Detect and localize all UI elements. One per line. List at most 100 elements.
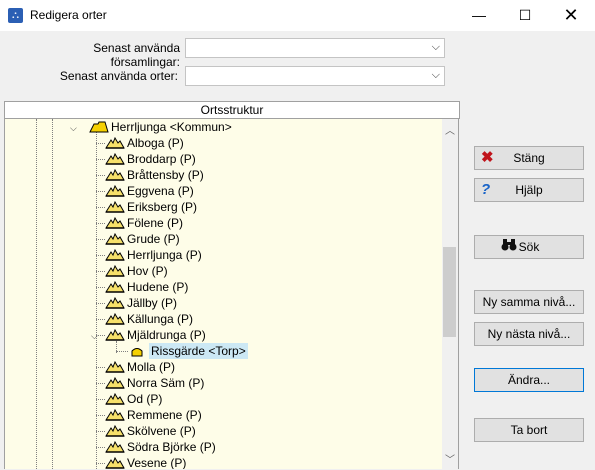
title-bar: ⛬ Redigera orter — ☐ ✕	[0, 0, 595, 31]
parish-icon	[105, 457, 125, 469]
parish-icon	[105, 409, 125, 421]
tree-connector	[96, 223, 105, 224]
tree-node-label: Vesene (P)	[127, 456, 187, 469]
parish-icon	[105, 249, 125, 261]
parish-icon	[105, 201, 125, 213]
tree-guide-line	[96, 127, 97, 469]
tree-guide-line	[52, 119, 53, 469]
parish-icon	[105, 329, 125, 341]
parish-icon	[105, 185, 125, 197]
scroll-up-arrow-icon[interactable]: ︿	[445, 122, 455, 137]
tree-header: Ortsstruktur	[4, 101, 460, 119]
tree-connector	[116, 351, 128, 352]
binoculars-icon	[501, 238, 517, 257]
search-button-label: Sök	[518, 240, 540, 254]
app-icon: ⛬	[8, 8, 23, 23]
tree-connector	[96, 415, 105, 416]
tree-connector	[96, 447, 105, 448]
close-button-label: Stäng	[513, 151, 545, 165]
parish-icon	[105, 297, 125, 309]
help-button[interactable]: ? Hjälp	[474, 178, 584, 202]
tree-connector	[96, 335, 105, 336]
new-next-level-label: Ny nästa nivå...	[487, 327, 571, 341]
parish-icon	[105, 425, 125, 437]
tree-connector	[96, 159, 105, 160]
parish-icon	[105, 217, 125, 229]
recent-places-combo[interactable]: ⌵	[185, 66, 445, 86]
tree-node-label: Hudene (P)	[127, 280, 189, 294]
tree-node-label: Grude (P)	[127, 232, 180, 246]
close-button[interactable]: ✖ Stäng	[474, 146, 584, 170]
minimize-button[interactable]: —	[456, 0, 502, 31]
tree-connector	[96, 431, 105, 432]
place-tree[interactable]: ⌵ Herrljunga <Kommun> ⌵ Alboga (P) Brodda…	[4, 119, 443, 469]
scroll-down-arrow-icon[interactable]: ﹀	[445, 451, 455, 466]
search-button[interactable]: Sök	[474, 235, 584, 259]
tree-connector	[96, 303, 105, 304]
recent-parishes-combo[interactable]: ⌵	[185, 38, 445, 58]
parish-icon	[105, 153, 125, 165]
tree-node-label: Bråttensby (P)	[127, 168, 204, 182]
tree-node-label: Molla (P)	[127, 360, 176, 374]
new-next-level-button[interactable]: Ny nästa nivå...	[474, 322, 584, 346]
edit-button[interactable]: Ändra...	[474, 368, 584, 392]
tree-node-label: Broddarp (P)	[127, 152, 196, 166]
tree-connector	[96, 207, 105, 208]
parish-icon	[105, 281, 125, 293]
tree-node-label: Eriksberg (P)	[127, 200, 198, 214]
tree-connector	[96, 191, 105, 192]
tree-node-label: Fölene (P)	[127, 216, 184, 230]
tree-node-label: Rissgärde <Torp>	[149, 343, 248, 359]
tree-node-label: Herrljunga <Kommun>	[111, 120, 232, 134]
close-window-button[interactable]: ✕	[548, 0, 594, 31]
chevron-down-icon: ⌵	[431, 41, 440, 53]
croft-icon	[131, 348, 143, 357]
tree-connector	[96, 383, 105, 384]
recent-places-label: Senast använda orter:	[59, 69, 178, 83]
parish-icon	[105, 441, 125, 453]
tree-guide-line	[36, 119, 37, 469]
new-same-level-label: Ny samma nivå...	[482, 295, 576, 309]
tree-connector	[96, 319, 105, 320]
parish-icon	[105, 169, 125, 181]
parish-icon	[105, 313, 125, 325]
tree-node-label: Källunga (P)	[127, 312, 194, 326]
parish-icon	[105, 137, 125, 149]
scroll-thumb[interactable]	[443, 247, 456, 337]
tree-connector	[96, 287, 105, 288]
tree-connector	[96, 143, 105, 144]
chevron-down-icon: ⌵	[431, 69, 440, 81]
tree-node-label: Eggvena (P)	[127, 184, 194, 198]
parish-icon	[105, 361, 125, 373]
tree-connector	[96, 463, 105, 464]
remove-button-label: Ta bort	[510, 423, 548, 437]
tree-node-label: Södra Björke (P)	[127, 440, 216, 454]
tree-node-label: Skölvene (P)	[127, 424, 196, 438]
tree-node-label: Alboga (P)	[127, 136, 184, 150]
tree-scrollbar[interactable]: ︿ ﹀	[442, 119, 459, 469]
municipality-icon	[89, 121, 109, 133]
new-same-level-button[interactable]: Ny samma nivå...	[474, 290, 584, 314]
collapse-chevron-icon[interactable]: ⌵	[91, 331, 98, 342]
help-button-label: Hjälp	[515, 183, 543, 197]
tree-node-label: Hov (P)	[127, 264, 168, 278]
tree-connector	[96, 399, 105, 400]
tree-node-label: Mjäldrunga (P)	[127, 328, 206, 342]
tree-connector	[96, 367, 105, 368]
question-icon: ?	[481, 181, 491, 198]
parish-icon	[105, 393, 125, 405]
tree-connector	[96, 271, 105, 272]
tree-node-label: Remmene (P)	[127, 408, 202, 422]
tree-connector	[96, 175, 105, 176]
tree-connector	[96, 255, 105, 256]
tree-node-label: Norra Säm (P)	[127, 376, 205, 390]
parish-icon	[105, 265, 125, 277]
collapse-chevron-icon[interactable]: ⌵	[70, 123, 77, 134]
tree-node-label: Od (P)	[127, 392, 163, 406]
tree-node-label: Jällby (P)	[127, 296, 178, 310]
edit-button-label: Ändra...	[507, 373, 551, 387]
maximize-button[interactable]: ☐	[502, 0, 548, 31]
parish-icon	[105, 233, 125, 245]
x-icon: ✖	[481, 149, 494, 166]
remove-button[interactable]: Ta bort	[474, 418, 584, 442]
